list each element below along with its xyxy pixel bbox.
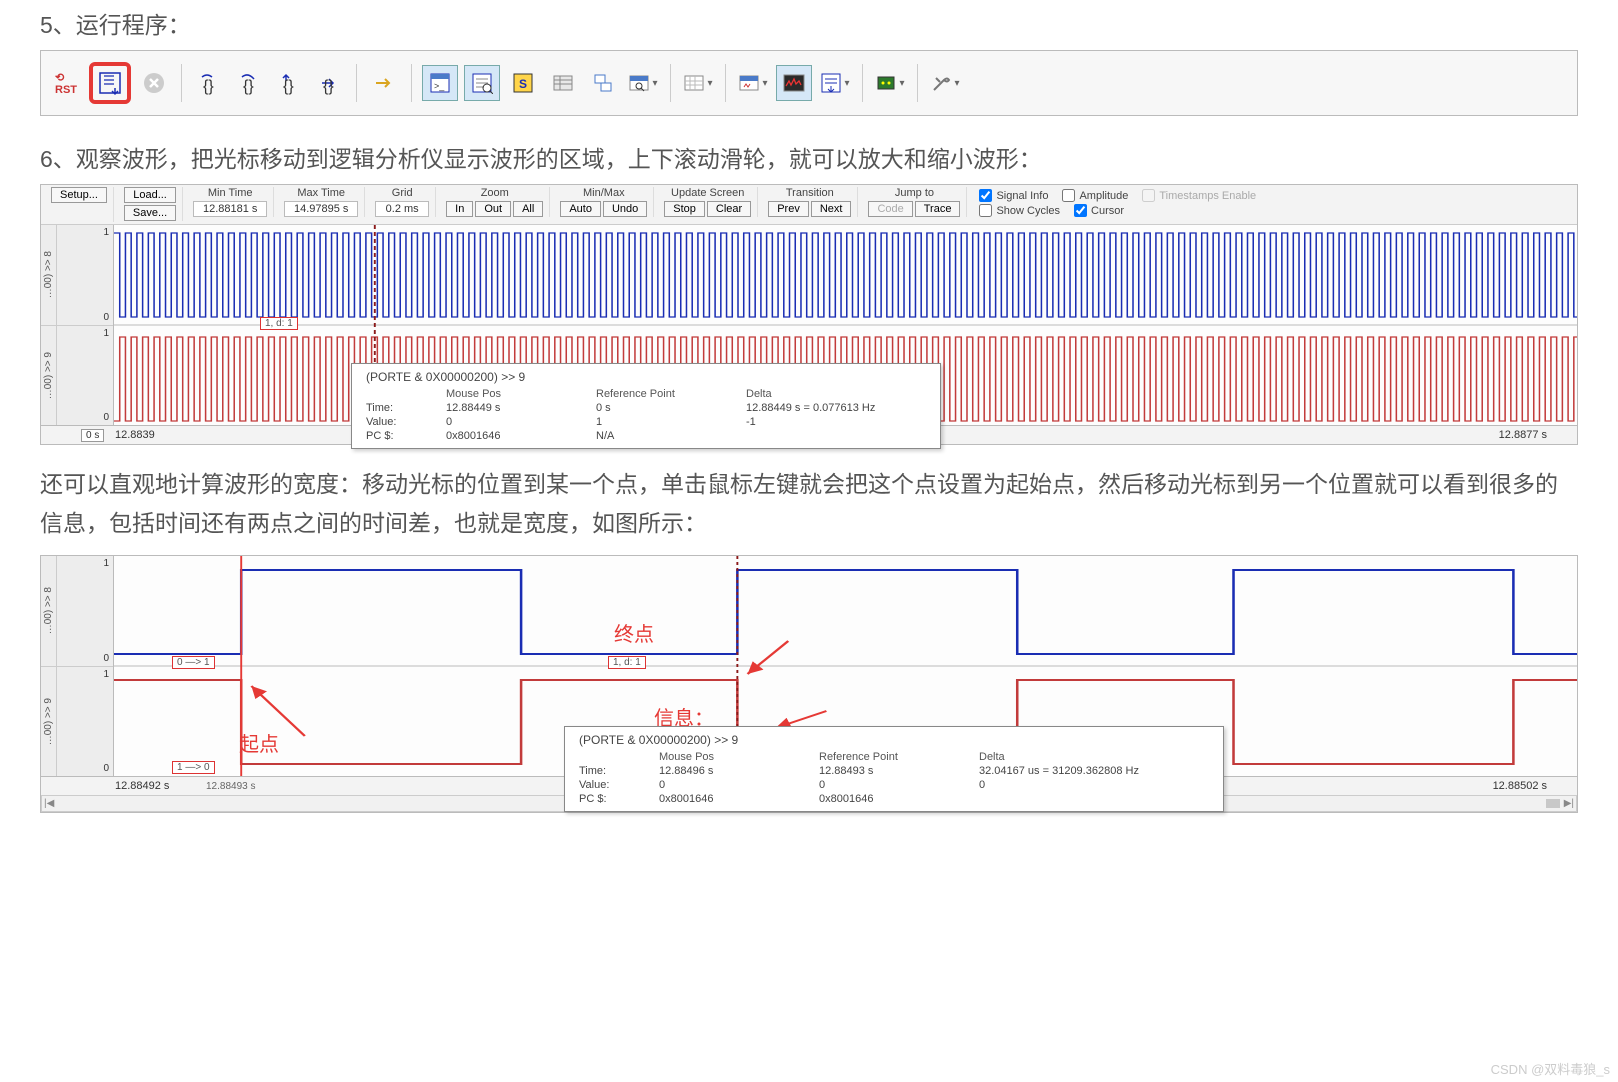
step6-heading: 6、观察波形，把光标移动到逻辑分析仪显示波形的区域，上下滚动滑轮，就可以放大和缩… [40, 140, 1578, 174]
start-annotation: 起点 [239, 728, 279, 757]
load-button[interactable]: Load... [124, 187, 176, 203]
max-time-value: 14.97895 s [284, 201, 358, 217]
signal-tooltip-1: (PORTE & 0X00000200) >> 9 Mouse PosRefer… [351, 363, 941, 449]
min-time-value: 12.88181 s [193, 201, 267, 217]
symbols-window-button[interactable]: S [506, 66, 540, 100]
clear-button[interactable]: Clear [707, 201, 751, 217]
channel-2b-label: …00) >> 9 [41, 698, 56, 745]
cursor-checkbox[interactable]: Cursor [1074, 204, 1124, 217]
zoom-out-button[interactable]: Out [475, 201, 511, 217]
run-button-highlight [89, 62, 131, 104]
zero-time-box: 0 s [81, 429, 104, 442]
display-options: Signal Info Amplitude Timestamps Enable … [971, 187, 1264, 219]
transition-box-01: 0 —> 1 [172, 656, 215, 669]
save-button[interactable]: Save... [124, 205, 176, 221]
run-button[interactable] [93, 66, 127, 100]
undo-button[interactable]: Undo [603, 201, 647, 217]
stop-button[interactable] [137, 66, 171, 100]
end-annotation: 终点 [614, 618, 654, 647]
signal-info-checkbox[interactable]: Signal Info [979, 189, 1048, 202]
next-transition-button[interactable]: Next [811, 201, 852, 217]
command-window-button[interactable]: >_ [422, 65, 458, 101]
setup-button[interactable]: Setup... [51, 187, 107, 203]
signal-tooltip-2: (PORTE & 0X00000200) >> 9 Mouse PosRefer… [564, 726, 1224, 812]
logic-analyzer-button[interactable] [776, 65, 812, 101]
trace-window-dropdown[interactable] [818, 66, 852, 100]
grid-value: 0.2 ms [375, 201, 429, 217]
transition-label: Transition [786, 187, 834, 199]
jump-code-button[interactable]: Code [868, 201, 912, 217]
logic-analyzer-panel-2: …00) >> 8 10 …00) >> 9 10 [40, 555, 1578, 813]
cursor-value-box-2: 1, d: 1 [608, 656, 646, 669]
svg-text:{}: {} [283, 78, 294, 95]
svg-text:{}: {} [323, 78, 334, 95]
stop-update-button[interactable]: Stop [664, 201, 705, 217]
tools-dropdown[interactable] [928, 66, 962, 100]
svg-text:S: S [519, 77, 527, 91]
left-time-1: 12.8839 [115, 429, 155, 441]
scrollbar-thumb[interactable] [1546, 799, 1560, 808]
svg-text:{}: {} [203, 78, 214, 95]
right-time-2: 12.88502 s [1493, 780, 1547, 792]
prev-transition-button[interactable]: Prev [768, 201, 809, 217]
channel-1-label: …00) >> 8 [41, 251, 56, 298]
auto-button[interactable]: Auto [560, 201, 601, 217]
min-time-label: Min Time [208, 187, 253, 199]
step5-heading: 5、运行程序： [40, 6, 1578, 40]
minmax-label: Min/Max [583, 187, 625, 199]
svg-text:>_: >_ [434, 81, 445, 91]
watermark: CSDN @双料毒狼_s [1491, 1059, 1610, 1078]
body-text-2: 还可以直观地计算波形的宽度：移动光标的位置到某一个点，单击鼠标左键就会把这个点设… [40, 465, 1578, 543]
debug-toolbar: ⟲RST {} {} {} {} >_ S [40, 50, 1578, 116]
disassembly-window-button[interactable] [464, 65, 500, 101]
zoom-in-button[interactable]: In [446, 201, 473, 217]
max-time-label: Max Time [297, 187, 345, 199]
channel-1b-label: …00) >> 8 [41, 587, 56, 634]
svg-text:{}: {} [243, 78, 254, 95]
zoom-all-button[interactable]: All [513, 201, 543, 217]
scroll-right-icon[interactable]: ▶| [1564, 798, 1574, 809]
jump-trace-button[interactable]: Trace [915, 201, 961, 217]
waveform-area-2[interactable]: …00) >> 8 10 …00) >> 9 10 [41, 556, 1577, 776]
step-out-button[interactable]: {} [272, 66, 306, 100]
sub-time-2: 12.88493 s [206, 781, 256, 792]
memory-window-dropdown[interactable] [681, 66, 715, 100]
jump-to-label: Jump to [895, 187, 934, 199]
la-controls: Setup... Load... Save... Min Time 12.881… [41, 185, 1577, 225]
transition-box-10: 1 —> 0 [172, 761, 215, 774]
right-time-1: 12.8877 s [1499, 429, 1547, 441]
registers-window-button[interactable] [546, 66, 580, 100]
tooltip-expr: (PORTE & 0X00000200) >> 9 [366, 370, 926, 384]
zoom-label: Zoom [481, 187, 509, 199]
step-into-button[interactable]: {} [192, 66, 226, 100]
logic-analyzer-panel-1: Setup... Load... Save... Min Time 12.881… [40, 184, 1578, 445]
goto-button[interactable] [367, 66, 401, 100]
cursor-value-box: 1, d: 1 [260, 317, 298, 330]
timestamps-checkbox: Timestamps Enable [1142, 189, 1256, 202]
update-screen-label: Update Screen [671, 187, 744, 199]
watch-window-dropdown[interactable] [626, 66, 660, 100]
amplitude-checkbox[interactable]: Amplitude [1062, 189, 1128, 202]
grid-label: Grid [392, 187, 413, 199]
tooltip-expr-2: (PORTE & 0X00000200) >> 9 [579, 733, 1209, 747]
serial-window-dropdown[interactable] [736, 66, 770, 100]
system-viewer-dropdown[interactable] [873, 66, 907, 100]
run-to-cursor-button[interactable]: {} [312, 66, 346, 100]
waveform-area-1[interactable]: …00) >> 8 10 …00) >> 9 10 1, d: 1 (POR [41, 225, 1577, 425]
reset-button[interactable]: ⟲RST [49, 66, 83, 100]
step-over-button[interactable]: {} [232, 66, 266, 100]
left-time-2: 12.88492 s [115, 780, 169, 792]
channel-2-label: …00) >> 9 [41, 352, 56, 399]
show-cycles-checkbox[interactable]: Show Cycles [979, 204, 1060, 217]
scroll-left-icon[interactable]: |◀ [44, 798, 54, 809]
callstack-window-button[interactable] [586, 66, 620, 100]
